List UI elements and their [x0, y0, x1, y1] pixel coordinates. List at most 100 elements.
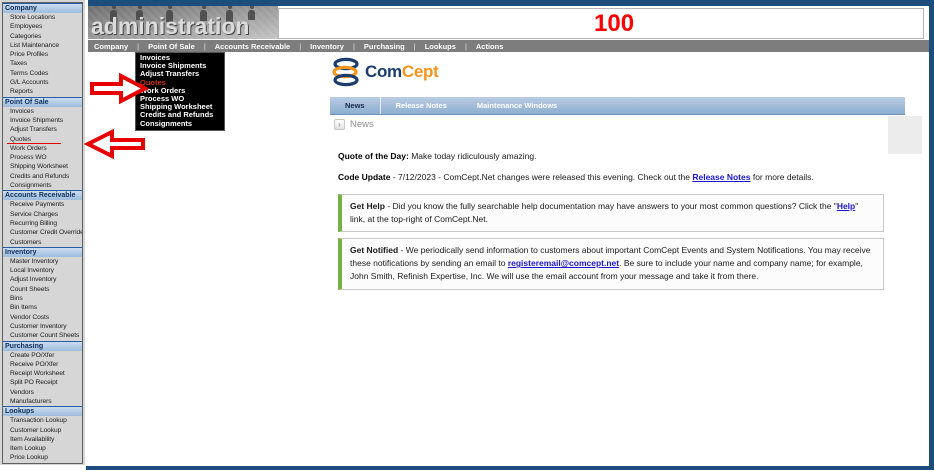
sidebar-item-customer-inventory[interactable]: Customer Inventory	[3, 322, 82, 331]
sidebar-item-taxes[interactable]: Taxes	[3, 59, 82, 68]
dropdown-item-consignments[interactable]: Consignments	[136, 120, 224, 128]
sidebar-item-customer-lookup[interactable]: Customer Lookup	[3, 426, 82, 435]
sidebar-item-receive-po-xfer[interactable]: Receive PO/Xfer	[3, 360, 82, 369]
get-notified-label: Get Notified	[350, 245, 398, 255]
right-frame-bar	[929, 0, 934, 470]
help-link[interactable]: Help	[837, 201, 855, 211]
banner-title: administration	[91, 14, 249, 39]
tab-maintenance-windows[interactable]: Maintenance Windows	[462, 97, 572, 114]
header-strip: 100	[278, 8, 924, 39]
sidebar-item-manufacturers[interactable]: Manufacturers	[3, 397, 82, 406]
bottom-frame-bar	[86, 466, 934, 470]
news-section-header: › News	[334, 119, 374, 130]
menu-purchasing[interactable]: Purchasing	[364, 42, 405, 51]
sidebar-item-process-wo[interactable]: Process WO	[3, 153, 82, 162]
sidebar-item-item-lookup[interactable]: Item Lookup	[3, 444, 82, 453]
sidebar-item-customers[interactable]: Customers	[3, 238, 82, 247]
sidebar-item-quotes[interactable]: Quotes	[3, 135, 82, 144]
sidebar-item-price-lookup[interactable]: Price Lookup	[3, 453, 82, 462]
sidebar-item-terms-codes[interactable]: Terms Codes	[3, 69, 82, 78]
sidebar-item-bin-items[interactable]: Bin Items	[3, 303, 82, 312]
red-arrow-left-icon	[84, 127, 146, 161]
menu-separator: |	[465, 42, 467, 51]
sidebar-item-g-l-accounts[interactable]: G/L Accounts	[3, 78, 82, 87]
sidebar-section-accounts-receivable: Accounts Receivable	[3, 190, 82, 200]
sidebar-item-customer-count-sheets[interactable]: Customer Count Sheets	[3, 331, 82, 340]
sidebar-section-company: Company	[3, 3, 82, 13]
menu-separator: |	[299, 42, 301, 51]
menu-lookups[interactable]: Lookups	[425, 42, 456, 51]
sidebar-item-bins[interactable]: Bins	[3, 294, 82, 303]
sidebar-item-shipping-worksheet[interactable]: Shipping Worksheet	[3, 162, 82, 171]
sidebar-item-price-profiles[interactable]: Price Profiles	[3, 50, 82, 59]
menu-point-of-sale[interactable]: Point Of Sale	[148, 42, 195, 51]
news-tab-bar: NewsRelease NotesMaintenance Windows	[330, 97, 905, 115]
sidebar-section-point-of-sale: Point Of Sale	[3, 97, 82, 107]
comcept-admin-window: CompanyStore LocationsEmployeesCategorie…	[0, 0, 934, 472]
sidebar-item-vendors[interactable]: Vendors	[3, 388, 82, 397]
annotation-big-number: 100	[594, 10, 634, 38]
comcept-logo: ComCept	[332, 57, 438, 87]
tab-release-notes[interactable]: Release Notes	[381, 97, 462, 114]
content-corner-decoration	[888, 116, 922, 154]
quote-of-the-day: Quote of the Day: Make today ridiculousl…	[338, 150, 918, 163]
sidebar-section-purchasing: Purchasing	[3, 341, 82, 351]
sidebar-item-service-charges[interactable]: Service Charges	[3, 210, 82, 219]
administration-banner: administration	[88, 6, 278, 39]
sidebar-item-work-orders[interactable]: Work Orders	[3, 144, 82, 153]
sidebar-item-receive-payments[interactable]: Receive Payments	[3, 200, 82, 209]
code-update-text-end: for more details.	[750, 172, 813, 182]
menu-inventory[interactable]: Inventory	[310, 42, 344, 51]
sidebar-item-split-po-receipt[interactable]: Split PO Receipt	[3, 378, 82, 387]
sidebar: CompanyStore LocationsEmployeesCategorie…	[0, 0, 85, 465]
sidebar-item-master-inventory[interactable]: Master Inventory	[3, 257, 82, 266]
sidebar-item-invoice-shipments[interactable]: Invoice Shipments	[3, 116, 82, 125]
sidebar-item-create-po-xfer[interactable]: Create PO/Xfer	[3, 351, 82, 360]
sidebar-item-store-locations[interactable]: Store Locations	[3, 13, 82, 22]
sidebar-menu-panel: CompanyStore LocationsEmployeesCategorie…	[2, 2, 83, 464]
menu-accounts-receivable[interactable]: Accounts Receivable	[215, 42, 290, 51]
tab-news[interactable]: News	[330, 97, 381, 114]
quote-label: Quote of the Day:	[338, 151, 409, 161]
menu-separator: |	[414, 42, 416, 51]
register-email-link[interactable]: registeremail@comcept.net	[508, 258, 619, 268]
sidebar-section-lookups: Lookups	[3, 406, 82, 416]
main-area: administration 100 Company | Point Of Sale…	[88, 0, 934, 472]
sidebar-item-adjust-inventory[interactable]: Adjust Inventory	[3, 275, 82, 284]
sidebar-item-recurring-billing[interactable]: Recurring Billing	[3, 219, 82, 228]
logo-com: Com	[365, 62, 402, 81]
sidebar-item-vendor-costs[interactable]: Vendor Costs	[3, 313, 82, 322]
sidebar-item-count-sheets[interactable]: Count Sheets	[3, 285, 82, 294]
comcept-logo-icon	[332, 57, 360, 87]
sidebar-item-invoices[interactable]: Invoices	[3, 107, 82, 116]
code-update-text: - 7/12/2023 - ComCept.Net changes were r…	[390, 172, 692, 182]
menu-separator: |	[137, 42, 139, 51]
sidebar-item-credits-and-refunds[interactable]: Credits and Refunds	[3, 172, 82, 181]
get-help-text: - Did you know the fully searchable help…	[385, 201, 837, 211]
menu-separator: |	[353, 42, 355, 51]
sidebar-item-receipt-worksheet[interactable]: Receipt Worksheet	[3, 369, 82, 378]
comcept-logo-text: ComCept	[365, 62, 438, 82]
get-notified-box: Get Notified - We periodically send info…	[338, 238, 884, 290]
menu-company[interactable]: Company	[94, 42, 128, 51]
sidebar-item-list-maintenance[interactable]: List Maintenance	[3, 41, 82, 50]
main-menu-bar: Company | Point Of Sale | Accounts Receivabl…	[88, 40, 929, 52]
sidebar-item-employees[interactable]: Employees	[3, 22, 82, 31]
sidebar-item-local-inventory[interactable]: Local Inventory	[3, 266, 82, 275]
sidebar-item-customer-credit-override[interactable]: Customer Credit Override	[3, 228, 82, 237]
chevron-right-icon: ›	[334, 119, 345, 130]
menu-actions[interactable]: Actions	[476, 42, 504, 51]
release-notes-link[interactable]: Release Notes	[692, 172, 750, 182]
menu-separator: |	[204, 42, 206, 51]
sidebar-item-categories[interactable]: Categories	[3, 32, 82, 41]
sidebar-item-adjust-transfers[interactable]: Adjust Transfers	[3, 125, 82, 134]
quote-text: Make today ridiculously amazing.	[409, 151, 537, 161]
red-arrow-right-icon	[89, 72, 149, 105]
news-section-title: News	[350, 119, 374, 130]
sidebar-item-reports[interactable]: Reports	[3, 87, 82, 96]
get-help-label: Get Help	[350, 201, 385, 211]
code-update-line: Code Update - 7/12/2023 - ComCept.Net ch…	[338, 171, 934, 184]
sidebar-item-item-availability[interactable]: Item Availability	[3, 435, 82, 444]
sidebar-item-transaction-lookup[interactable]: Transaction Lookup	[3, 416, 82, 425]
sidebar-item-consignments[interactable]: Consignments	[3, 181, 82, 190]
